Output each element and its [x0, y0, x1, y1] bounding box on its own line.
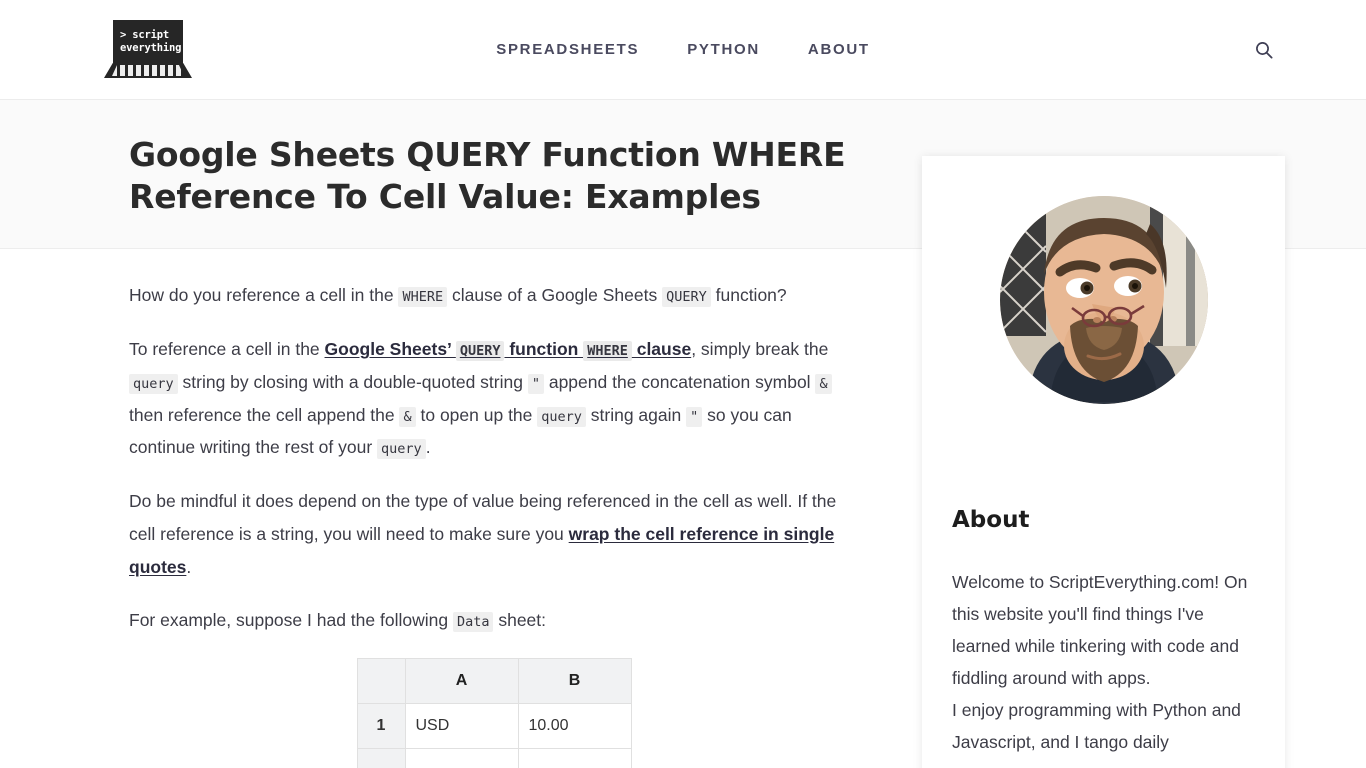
link-text-2: function	[504, 339, 584, 360]
paragraph-1: How do you reference a cell in the WHERE…	[129, 279, 859, 312]
p1-text-3: function?	[710, 285, 787, 306]
table-body: 1 USD 10.00	[356, 702, 632, 768]
link-query-where-clause[interactable]: Google Sheets’ QUERY function WHERE clau…	[324, 339, 692, 362]
p2-text-9: .	[425, 437, 431, 458]
cell-b1: 10.00	[517, 702, 632, 749]
inline-code-amp-2: &	[399, 406, 416, 427]
p1-text-2: clause of a Google Sheets	[447, 285, 663, 306]
p2-text-7: string again	[585, 404, 687, 425]
paragraph-4: For example, suppose I had the following…	[129, 604, 859, 637]
cell-b2	[517, 747, 632, 768]
sheet-table-container: A B 1 USD 10.00	[129, 657, 859, 768]
article-content: How do you reference a cell in the WHERE…	[129, 249, 859, 768]
link-code-query: QUERY	[455, 341, 505, 362]
inline-code-query: QUERY	[662, 287, 711, 308]
logo-line-1: > script	[120, 28, 169, 41]
inline-code-quote-1: "	[527, 373, 544, 394]
table-header-row: A B	[356, 657, 632, 704]
p4-text-1: For example, suppose I had the following	[129, 610, 453, 631]
table-corner-cell	[356, 657, 406, 704]
paragraph-3: Do be mindful it does depend on the type…	[129, 485, 859, 583]
link-text-1: Google Sheets’	[324, 339, 456, 360]
search-button[interactable]	[1250, 36, 1278, 64]
row-number-1: 1	[356, 702, 406, 749]
p2-text-3: string by closing with a double-quoted s…	[177, 371, 528, 392]
p1-text-1: How do you reference a cell in the	[129, 285, 399, 306]
cell-a2	[404, 747, 519, 768]
author-avatar	[999, 196, 1208, 405]
inline-code-query-2: query	[129, 373, 178, 394]
inline-code-data: Data	[452, 612, 494, 633]
nav-item-python[interactable]: PYTHON	[687, 41, 760, 58]
main-navigation: SPREADSHEETS PYTHON ABOUT	[0, 41, 1366, 58]
p3-text-2: .	[186, 556, 192, 577]
data-sheet-table: A B 1 USD 10.00	[356, 657, 632, 768]
row-number-2	[356, 747, 406, 768]
p4-text-2: sheet:	[493, 610, 547, 631]
sidebar: About Welcome to ScriptEverything.com! O…	[922, 156, 1285, 768]
inline-code-query-3: query	[537, 406, 586, 427]
p2-text-5: then reference the cell append the	[129, 404, 400, 425]
about-heading: About	[952, 507, 1030, 534]
search-icon	[1256, 42, 1273, 59]
nav-item-about[interactable]: ABOUT	[808, 41, 870, 58]
site-header: > script everything SPREADSHEETS PYTHON …	[0, 0, 1366, 100]
avatar-photo	[999, 196, 1208, 405]
p2-text-2: , simply break the	[691, 339, 829, 360]
table-row: 1 USD 10.00	[356, 702, 632, 749]
inline-code-quote-2: "	[686, 406, 703, 427]
p2-text-4: append the concatenation symbol	[543, 371, 816, 392]
link-text-3: clause	[631, 339, 692, 360]
column-header-a: A	[404, 657, 519, 704]
p2-text-1: To reference a cell in the	[129, 339, 325, 360]
about-text: Welcome to ScriptEverything.com! On this…	[952, 572, 1248, 752]
paragraph-2: To reference a cell in the Google Sheets…	[129, 333, 859, 464]
inline-code-where: WHERE	[398, 287, 448, 308]
cell-a1: USD	[404, 702, 519, 749]
page-title: Google Sheets QUERY Function WHERE Refer…	[129, 135, 846, 217]
inline-code-query-4: query	[377, 439, 426, 460]
p2-text-6: to open up the	[415, 404, 538, 425]
column-header-b: B	[517, 657, 632, 704]
logo-keyboard-keys	[112, 65, 184, 76]
table-head: A B	[356, 657, 632, 704]
link-code-where: WHERE	[583, 341, 632, 362]
inline-code-amp-1: &	[815, 373, 832, 394]
table-row	[356, 747, 632, 768]
nav-item-spreadsheets[interactable]: SPREADSHEETS	[496, 41, 639, 58]
